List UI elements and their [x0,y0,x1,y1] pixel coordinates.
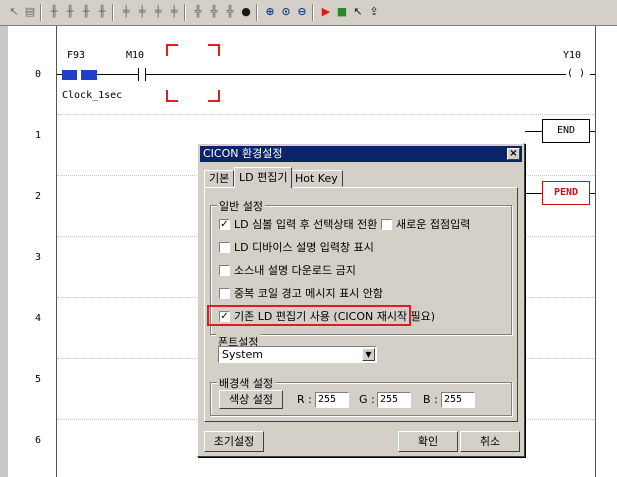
right-power-rail [595,26,596,477]
cursor-marker [208,44,220,56]
pend-instruction[interactable]: PEND [542,181,590,205]
toolbar-separator [184,4,186,21]
checkbox[interactable] [219,265,230,276]
row-number: 0 [34,69,42,80]
contact-no-icon[interactable]: ╫ [46,4,62,20]
highlight-box [207,305,411,326]
func-icon[interactable]: ╬ [190,4,206,20]
cursor-marker [166,44,178,56]
g-label: G : [359,393,375,406]
cursor-icon[interactable]: ↖ [350,4,366,20]
wire [590,131,595,132]
contact-m10-bar[interactable] [138,68,139,81]
edit-icon[interactable]: ▤ [22,4,38,20]
background-color-group: 배경색 설정 색상 설정 R : 255 G : 255 B : 255 [210,375,512,416]
row-number: 6 [34,435,42,446]
run-icon[interactable]: ▶ [318,4,334,20]
wire [525,193,542,194]
checkbox[interactable] [219,288,230,299]
toolbar-separator [40,4,42,21]
coil-icon[interactable]: ╪ [118,4,134,20]
cursor-marker [166,90,178,102]
end-instruction[interactable]: END [542,119,590,143]
coil-rise-icon[interactable]: ╪ [166,4,182,20]
option-label: LD 디바이스 설명 입력창 표시 [234,241,374,254]
comment-icon[interactable]: ● [238,4,254,20]
wire [525,131,542,132]
zoom-default-icon[interactable]: ⊙ [278,4,294,20]
group-title: 일반 설정 [217,198,265,214]
contact-fall-icon[interactable]: ╫ [94,4,110,20]
zoom-out-icon[interactable]: ⊖ [294,4,310,20]
g-input[interactable]: 255 [377,392,411,408]
device-comment: Clock_1sec [62,90,123,101]
row-number: 4 [34,313,42,324]
r-input[interactable]: 255 [315,392,349,408]
wire [97,74,138,75]
contact-device-label: F93 [67,50,86,61]
checkbox[interactable]: ✓ [219,219,230,230]
contact-rise-icon[interactable]: ╫ [78,4,94,20]
toolbar-separator [312,4,314,21]
wire [146,74,566,75]
selected-contact-f93[interactable] [62,70,97,80]
cicon-settings-dialog: CICON 환경설정 × 기본 LD 편집기 Hot Key 일반 설정 ✓ L… [197,143,525,457]
color-settings-button[interactable]: 색상 설정 [219,390,283,409]
func2-icon[interactable]: ╬ [206,4,222,20]
row-number: 3 [34,252,42,263]
tab-ld-editor[interactable]: LD 편집기 [234,167,293,188]
tab-basic[interactable]: 기본 [204,170,235,187]
reset-button[interactable]: 초기설정 [204,431,264,452]
dialog-title-bar[interactable]: CICON 환경설정 × [200,146,522,162]
contact-nc-icon[interactable]: ╫ [62,4,78,20]
upload-icon[interactable]: ⇪ [366,4,382,20]
font-select[interactable]: System ▼ [218,346,377,363]
group-title: 배경색 설정 [217,375,276,391]
contact-gap [77,70,81,80]
zoom-in-icon[interactable]: ⊕ [262,4,278,20]
tab-hot-key[interactable]: Hot Key [290,170,343,187]
coil-reset-icon[interactable]: ╪ [150,4,166,20]
font-select-value: System [222,348,264,361]
chevron-down-icon[interactable]: ▼ [362,348,375,361]
left-power-rail [56,26,57,477]
option-label: 소스내 설명 다운로드 금지 [234,264,356,277]
left-gutter [0,26,8,477]
pointer-icon[interactable]: ↖ [6,4,22,20]
b-label: B : [423,393,438,406]
checkbox[interactable] [381,219,392,230]
monitor-icon[interactable]: ■ [334,4,350,20]
wire [590,74,595,75]
wire [590,193,595,194]
row-number: 5 [34,374,42,385]
toolbar: ↖ ▤ ╫ ╫ ╫ ╫ ╪ ╪ ╪ ╪ ╬ ╬ ╬ ● ⊕ ⊙ ⊖ ▶ ■ ↖ … [0,0,617,26]
coil-y10[interactable]: ( ) [567,68,585,79]
dialog-title: CICON 환경설정 [203,147,283,160]
option-label: 중복 코일 경고 메시지 표시 안함 [234,287,384,300]
r-label: R : [297,393,312,406]
cancel-button[interactable]: 취소 [460,431,520,452]
row-number: 2 [34,191,42,202]
ok-button[interactable]: 확인 [398,431,458,452]
b-input[interactable]: 255 [441,392,475,408]
close-icon[interactable]: × [507,148,520,160]
row-separator [57,114,595,115]
cursor-marker [208,90,220,102]
func3-icon[interactable]: ╬ [222,4,238,20]
coil-set-icon[interactable]: ╪ [134,4,150,20]
option-label: LD 심볼 입력 후 선택상태 전환 [234,218,378,231]
toolbar-separator [112,4,114,21]
checkbox[interactable] [219,242,230,253]
contact-device-label: M10 [126,50,145,61]
toolbar-separator [256,4,258,21]
cicon-window: ↖ ▤ ╫ ╫ ╫ ╫ ╪ ╪ ╪ ╪ ╬ ╬ ╬ ● ⊕ ⊙ ⊖ ▶ ■ ↖ … [0,0,617,477]
coil-device-label: Y10 [563,50,582,61]
row-number: 1 [34,130,42,141]
option-label: 새로운 접점입력 [396,218,471,231]
